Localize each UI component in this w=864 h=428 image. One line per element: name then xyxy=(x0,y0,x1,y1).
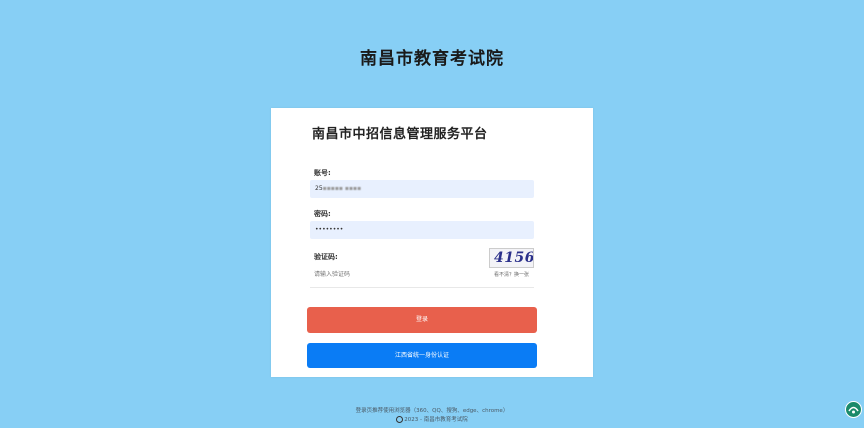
platform-title: 南昌市中招信息管理服务平台 xyxy=(312,127,488,142)
account-label: 账号: xyxy=(314,169,331,177)
captcha-image[interactable]: 4156 xyxy=(489,248,534,268)
help-logo-graphic xyxy=(848,406,859,414)
account-blurred-text: ▪▪▪▪▪ ▪▪▪▪ xyxy=(322,185,362,192)
copyright-text: 2023 - 南昌市教育考试院 xyxy=(404,417,468,423)
account-input[interactable]: 25▪▪▪▪▪ ▪▪▪▪ xyxy=(310,180,534,198)
captcha-refresh-link[interactable]: 看不清？换一张 xyxy=(489,271,534,278)
copyright-icon xyxy=(396,416,404,423)
copyright-line: 2023 - 南昌市教育考试院 xyxy=(0,415,864,423)
password-input[interactable]: •••••••• xyxy=(310,221,534,239)
login-card: 南昌市中招信息管理服务平台 账号: 25▪▪▪▪▪ ▪▪▪▪ 密码: •••••… xyxy=(271,108,593,377)
id-auth-button[interactable]: 江西省统一身份认证 xyxy=(307,343,537,368)
help-logo-icon[interactable] xyxy=(845,401,862,418)
login-button[interactable]: 登录 xyxy=(307,307,537,333)
browser-notice: 登录页推荐使用浏览器（360、QQ、搜狗、edge、chrome） xyxy=(355,408,509,414)
captcha-label: 验证码: xyxy=(314,253,338,261)
site-title: 南昌市教育考试院 xyxy=(360,49,504,69)
password-label: 密码: xyxy=(314,210,331,218)
captcha-code: 4156 xyxy=(494,250,534,266)
captcha-divider xyxy=(310,287,534,288)
account-value: 25 xyxy=(315,185,323,192)
captcha-input[interactable] xyxy=(314,268,484,280)
